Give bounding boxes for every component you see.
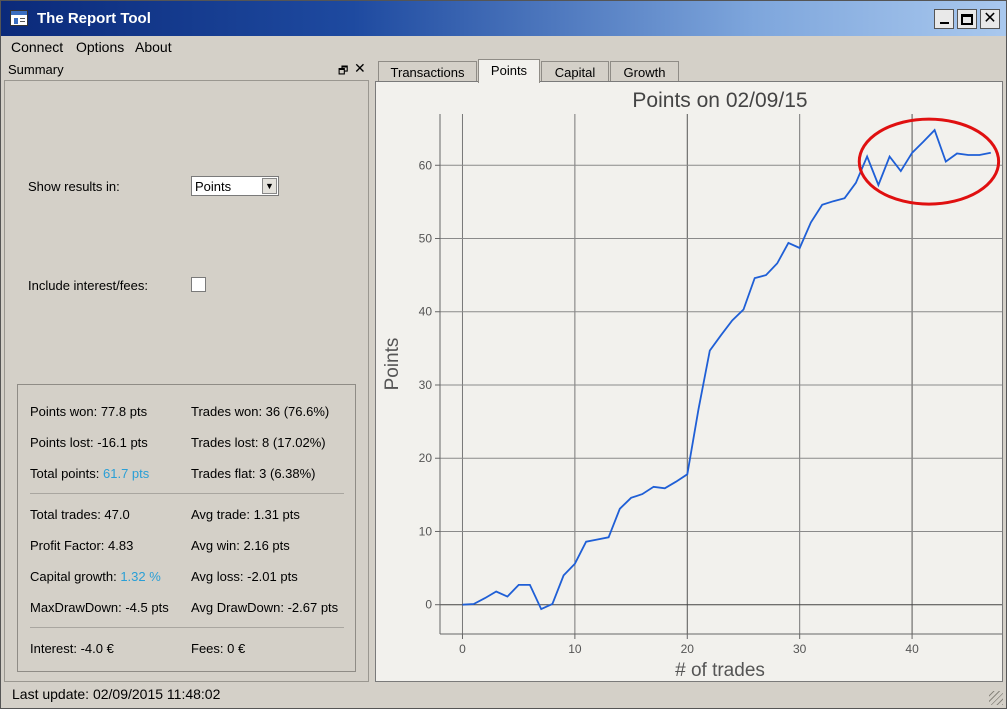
show-results-label: Show results in: — [28, 179, 120, 194]
stat-capital-growth: Capital growth: 1.32 % — [30, 569, 161, 584]
chart-axes — [439, 114, 1002, 635]
y-axis-label: Points — [382, 338, 403, 391]
minimize-button[interactable] — [934, 9, 954, 29]
y-tick-label: 10 — [419, 524, 433, 538]
stat-avg-win: Avg win: 2.16 pts — [191, 538, 290, 553]
include-interest-checkbox[interactable] — [191, 277, 206, 292]
include-interest-label: Include interest/fees: — [28, 278, 148, 293]
stat-total-points: Total points: 61.7 pts — [30, 466, 149, 481]
dock-close-icon[interactable]: ✕ — [354, 60, 366, 77]
y-tick-label: 50 — [419, 232, 433, 246]
menu-options[interactable]: Options — [76, 39, 124, 55]
x-tick-label: 40 — [905, 642, 919, 656]
stat-interest: Interest: -4.0 € — [30, 641, 114, 656]
x-tick-label: 20 — [681, 642, 695, 656]
menu-connect[interactable]: Connect — [11, 39, 63, 55]
window-title: The Report Tool — [37, 10, 151, 27]
show-results-value: Points — [195, 179, 232, 194]
app-window: The Report Tool ✕ Connect Options About … — [0, 0, 1007, 709]
stat-total-trades: Total trades: 47.0 — [30, 507, 130, 522]
total-points-label: Total points: — [30, 466, 103, 481]
capital-growth-value: 1.32 % — [120, 569, 161, 584]
resize-grip-icon[interactable] — [989, 691, 1003, 705]
dock-float-icon[interactable]: 🗗 — [338, 62, 348, 81]
stat-points-lost: Points lost: -16.1 pts — [30, 435, 148, 450]
x-tick-label: 0 — [459, 642, 466, 656]
dock-title: Summary — [8, 62, 64, 77]
y-tick-label: 40 — [419, 305, 433, 319]
capital-growth-label: Capital growth: — [30, 569, 121, 584]
stats-divider — [30, 627, 344, 628]
tab-points[interactable]: Points — [478, 59, 540, 83]
close-icon: ✕ — [983, 10, 997, 27]
chart-ticks: 0 10 20 30 40 0 10 20 30 40 50 60 — [419, 158, 919, 656]
x-axis-label: # of trades — [675, 660, 765, 681]
chevron-down-icon[interactable]: ▼ — [262, 178, 277, 194]
x-tick-label: 30 — [793, 642, 807, 656]
stats-divider — [30, 493, 344, 494]
maximize-icon — [961, 13, 973, 25]
show-results-select[interactable]: Points ▼ — [191, 176, 279, 196]
tab-capital[interactable]: Capital — [541, 61, 609, 82]
highlight-ellipse — [857, 117, 1001, 206]
y-tick-label: 20 — [419, 451, 433, 465]
tab-transactions[interactable]: Transactions — [378, 61, 477, 82]
menu-about[interactable]: About — [135, 39, 172, 55]
y-tick-label: 0 — [425, 598, 432, 612]
stat-trades-flat: Trades flat: 3 (6.38%) — [191, 466, 316, 481]
panel-splitter[interactable] — [370, 59, 374, 684]
minimize-icon — [939, 22, 949, 24]
stat-trades-lost: Trades lost: 8 (17.02%) — [191, 435, 326, 450]
y-tick-label: 30 — [419, 378, 433, 392]
stat-avg-drawdown: Avg DrawDown: -2.67 pts — [191, 600, 339, 615]
stats-box: Points won: 77.8 pts Trades won: 36 (76.… — [17, 384, 356, 672]
close-button[interactable]: ✕ — [980, 9, 1000, 29]
points-chart: Points on 02/09/15 0 10 20 30 40 0 10 20 30 40 50 6… — [382, 89, 1002, 681]
maximize-button[interactable] — [957, 9, 977, 29]
stat-fees: Fees: 0 € — [191, 641, 246, 656]
menu-bar: Connect Options About — [1, 36, 1006, 57]
status-bar-text: Last update: 02/09/2015 11:48:02 — [12, 686, 221, 702]
points-tab-panel: Points on 02/09/15 0 10 20 30 40 0 10 20 30 40 50 6… — [375, 81, 1003, 682]
chart-grid — [440, 114, 1002, 634]
stat-avg-trade: Avg trade: 1.31 pts — [191, 507, 300, 522]
title-bar[interactable]: The Report Tool ✕ — [1, 1, 1006, 36]
stat-avg-loss: Avg loss: -2.01 pts — [191, 569, 298, 584]
stat-profit-factor: Profit Factor: 4.83 — [30, 538, 134, 553]
tab-growth[interactable]: Growth — [610, 61, 679, 82]
stat-trades-won: Trades won: 36 (76.6%) — [191, 404, 330, 419]
summary-dock-header: Summary 🗗 ✕ — [2, 59, 368, 79]
total-points-value: 61.7 pts — [103, 466, 150, 481]
stat-points-won: Points won: 77.8 pts — [30, 404, 148, 419]
y-tick-label: 60 — [419, 158, 433, 172]
x-tick-label: 10 — [568, 642, 582, 656]
report-tool-icon — [10, 10, 28, 26]
stat-max-drawdown: MaxDrawDown: -4.5 pts — [30, 600, 169, 615]
chart-title: Points on 02/09/15 — [632, 89, 807, 112]
